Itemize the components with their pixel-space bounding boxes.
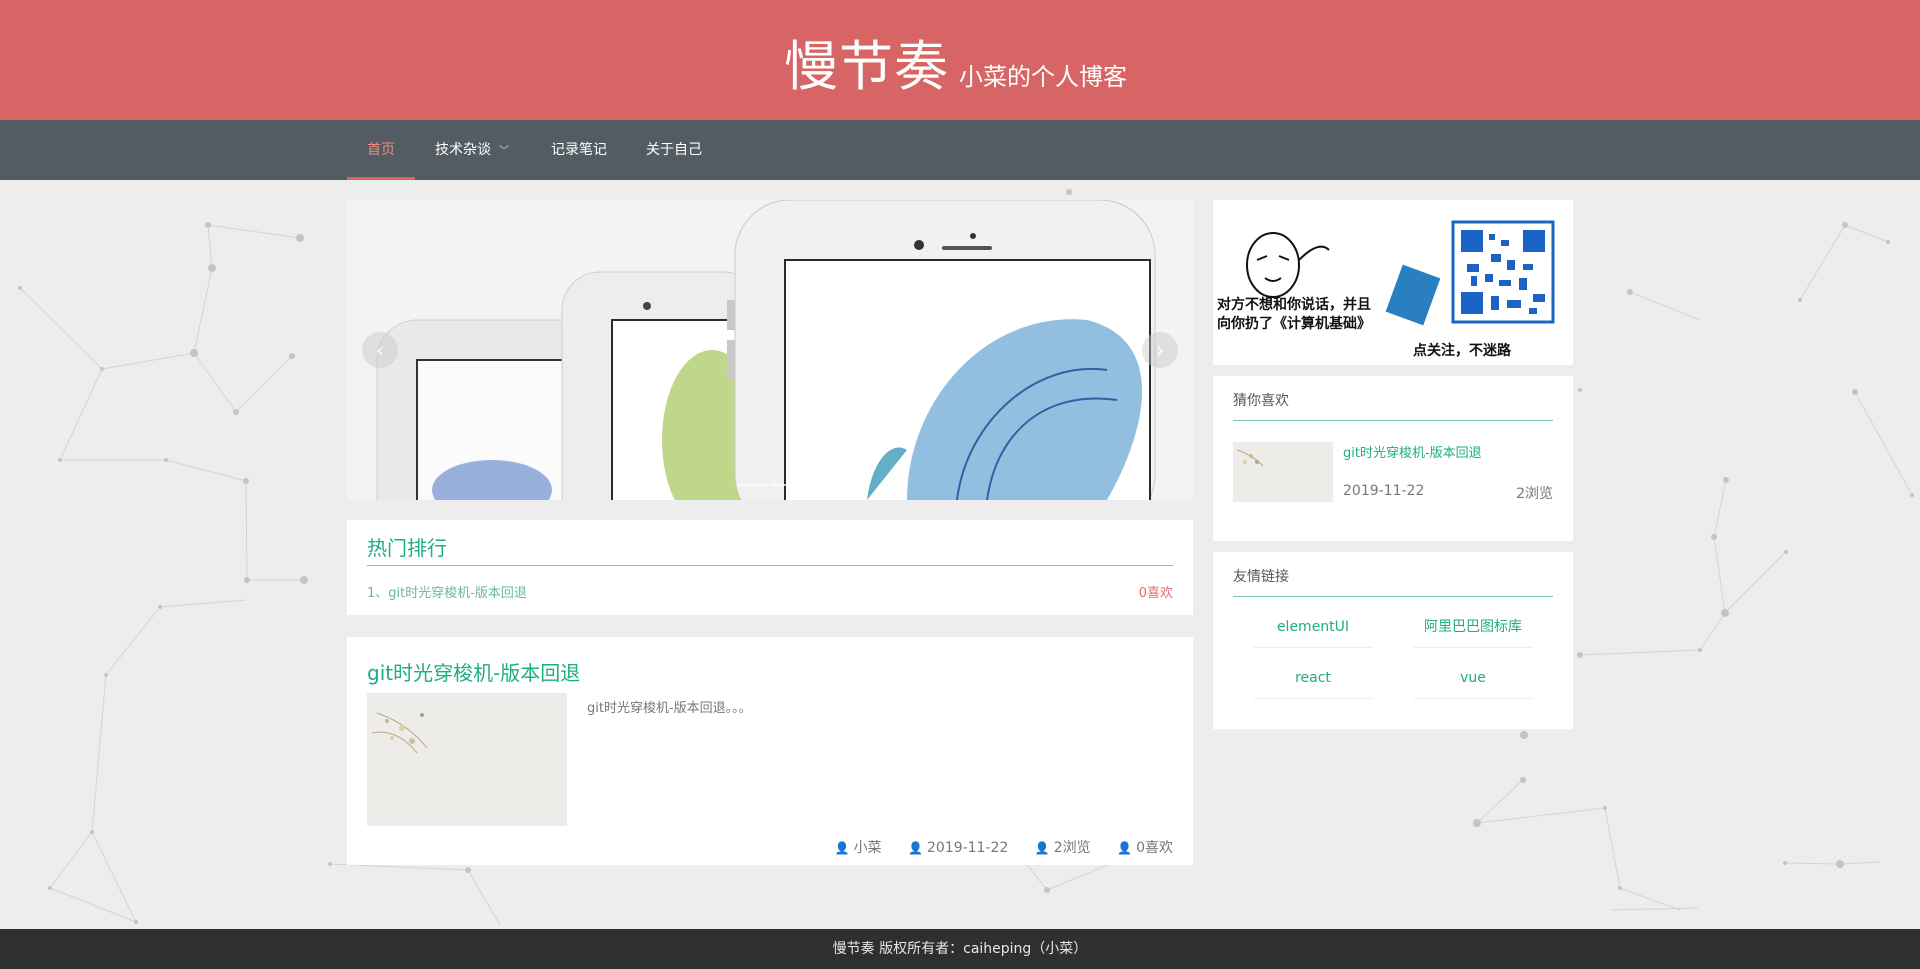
carousel-slide-image bbox=[347, 200, 1193, 500]
friend-links-panel: 友情链接 elementUI 阿里巴巴图标库 react vue bbox=[1213, 552, 1573, 729]
post-date: 👤 2019-11-22 bbox=[908, 840, 1009, 856]
post-card: git时光穿梭机-版本回退 git时光穿梭机-版本回退。。。 👤 小菜 👤 2019… bbox=[347, 637, 1193, 865]
site-footer: 慢节奏 版权所有者：caiheping（小菜） bbox=[0, 929, 1920, 969]
carousel-indicators bbox=[735, 471, 803, 490]
post-views: 👤 2浏览 bbox=[1034, 840, 1091, 856]
banner-carousel[interactable]: ‹ › bbox=[347, 200, 1193, 500]
chevron-down-icon: ﹀ bbox=[499, 146, 509, 157]
hot-ranking-panel: 热门排行 1、git时光穿梭机-版本回退 0喜欢 bbox=[347, 520, 1193, 615]
nav-item-notes[interactable]: 记录笔记 bbox=[551, 120, 607, 180]
post-title[interactable]: git时光穿梭机-版本回退 bbox=[367, 657, 580, 686]
link-vue[interactable]: vue bbox=[1413, 663, 1533, 699]
carousel-next-arrow[interactable]: › bbox=[1142, 332, 1178, 368]
guess-like-divider bbox=[1233, 420, 1553, 421]
site-logo[interactable]: 慢节奏 小菜的个人博客 bbox=[784, 22, 1127, 101]
user-icon: 👤 bbox=[834, 841, 850, 855]
copyright-text: 慢节奏 版权所有者：caiheping（小菜） bbox=[832, 941, 1088, 957]
post-author: 👤 小菜 bbox=[834, 840, 882, 856]
site-header: 慢节奏 小菜的个人博客 bbox=[0, 0, 1920, 120]
meme-drawing-image bbox=[1246, 220, 1555, 326]
hot-ranking-item[interactable]: 1、git时光穿梭机-版本回退 bbox=[367, 582, 527, 601]
nav-item-home[interactable]: 首页 bbox=[347, 120, 415, 180]
carousel-dot[interactable] bbox=[771, 484, 801, 486]
main-nav: 首页 技术杂谈 ﹀ 记录笔记 关于自己 bbox=[0, 120, 1920, 180]
friend-links-divider bbox=[1233, 596, 1553, 597]
carousel-prev-arrow[interactable]: ‹ bbox=[362, 332, 398, 368]
promo-text: 对方不想和你说话，并且 向你扔了《计算机基础》 bbox=[1217, 297, 1371, 332]
guess-like-item-title[interactable]: git时光穿梭机-版本回退 bbox=[1343, 442, 1482, 461]
hot-ranking-likes: 0喜欢 bbox=[1138, 586, 1173, 601]
link-react[interactable]: react bbox=[1253, 663, 1373, 699]
guess-like-item-date: 2019-11-22 bbox=[1343, 483, 1425, 499]
hot-ranking-divider bbox=[367, 565, 1173, 566]
user-icon: 👤 bbox=[1117, 841, 1133, 855]
link-elementui[interactable]: elementUI bbox=[1253, 612, 1373, 648]
site-subtitle: 小菜的个人博客 bbox=[959, 63, 1127, 91]
site-title: 慢节奏 bbox=[784, 35, 949, 98]
hot-ranking-title: 热门排行 bbox=[367, 536, 447, 560]
post-likes: 👤 0喜欢 bbox=[1117, 840, 1173, 856]
guess-like-item-views: 2浏览 bbox=[1516, 486, 1553, 502]
post-meta: 👤 小菜 👤 2019-11-22 👤 2浏览 👤 0喜欢 bbox=[835, 837, 1173, 857]
promo-caption: 点关注，不迷路 bbox=[1413, 343, 1511, 359]
qr-promo-card: 对方不想和你说话，并且 向你扔了《计算机基础》 点关注，不迷路 bbox=[1213, 200, 1573, 365]
nav-item-tech[interactable]: 技术杂谈 ﹀ bbox=[435, 120, 509, 180]
nav-item-about[interactable]: 关于自己 bbox=[646, 120, 702, 180]
guess-like-thumbnail[interactable] bbox=[1233, 442, 1333, 502]
carousel-dot[interactable] bbox=[737, 484, 767, 486]
user-icon: 👤 bbox=[1034, 841, 1050, 855]
guess-like-title: 猜你喜欢 bbox=[1233, 393, 1289, 409]
post-excerpt: git时光穿梭机-版本回退。。。 bbox=[587, 701, 752, 716]
friend-links-title: 友情链接 bbox=[1233, 569, 1289, 585]
post-thumbnail[interactable] bbox=[367, 693, 567, 826]
link-iconfont[interactable]: 阿里巴巴图标库 bbox=[1413, 612, 1533, 648]
guess-like-panel: 猜你喜欢 git时光穿梭机-版本回退 2019-11-22 2浏览 bbox=[1213, 376, 1573, 541]
user-icon: 👤 bbox=[908, 841, 923, 855]
